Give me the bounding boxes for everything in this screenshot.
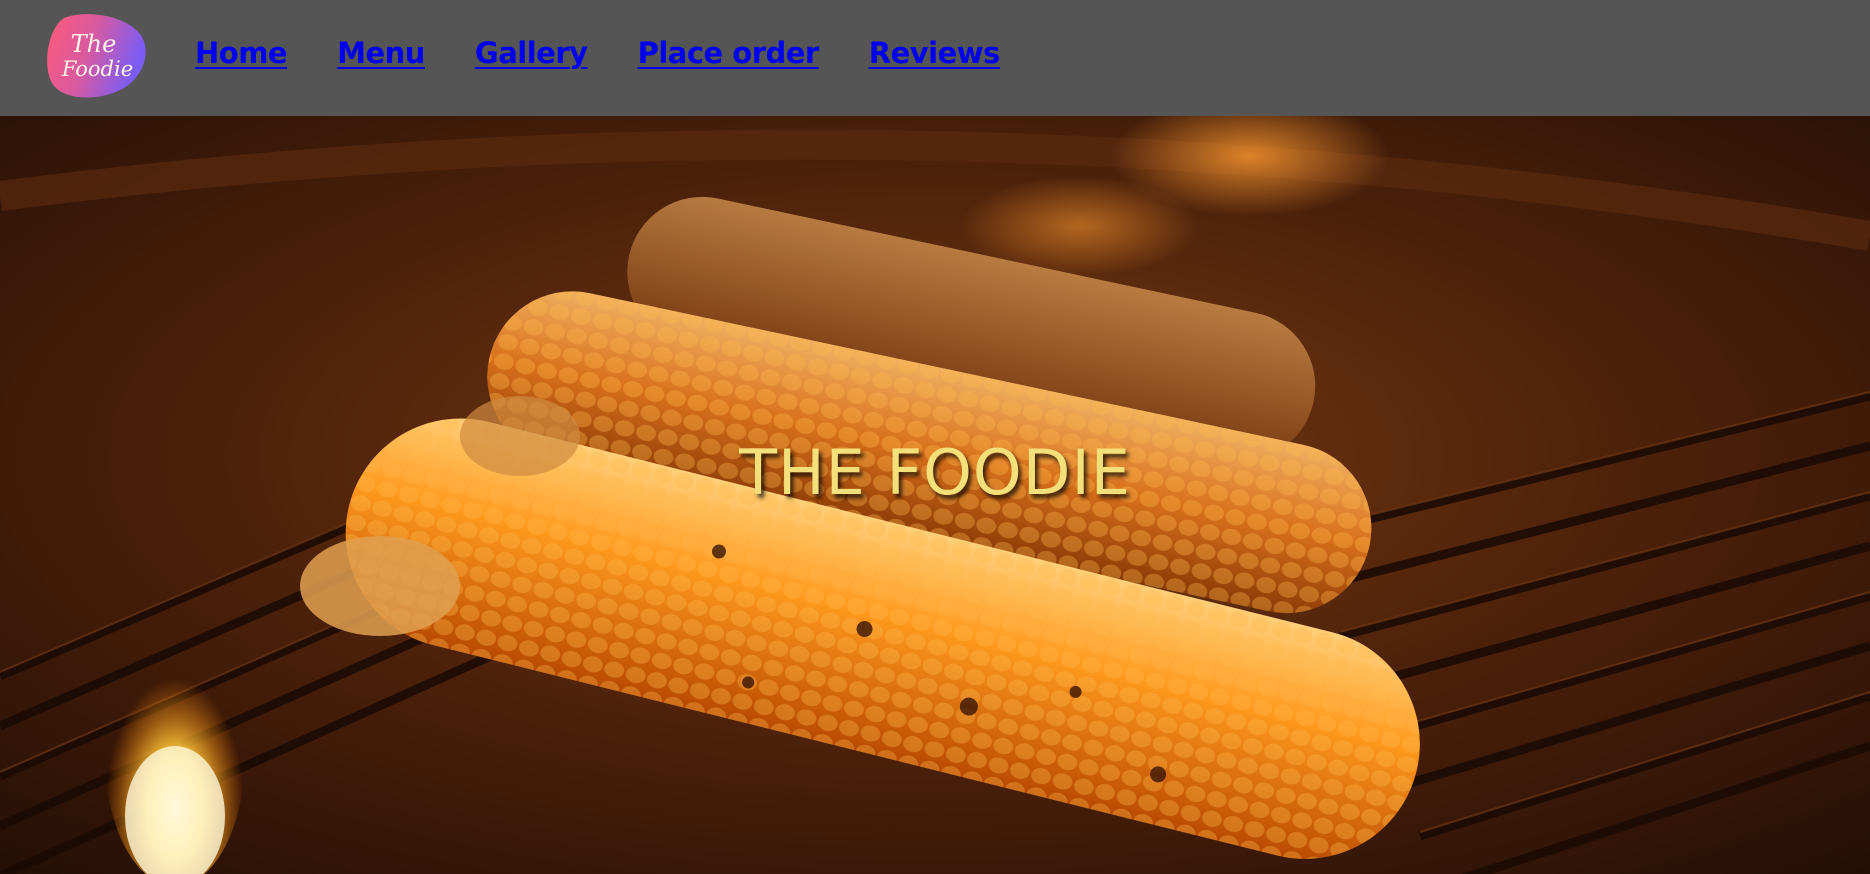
logo-line-1: The — [70, 30, 117, 59]
nav-link-place-order[interactable]: Place order — [638, 36, 820, 70]
hero-title: THE FOODIE — [739, 436, 1131, 509]
navbar: The Foodie Home Menu Gallery Place order… — [0, 0, 1870, 116]
logo-line-2: Foodie — [61, 56, 134, 81]
logo[interactable]: The Foodie — [44, 12, 147, 100]
nav-link-home[interactable]: Home — [195, 36, 288, 70]
nav-link-menu[interactable]: Menu — [337, 36, 425, 70]
nav-link-gallery[interactable]: Gallery — [475, 36, 588, 70]
logo-text: The Foodie — [44, 12, 147, 100]
hero-section: THE FOODIE — [0, 116, 1870, 874]
nav-link-reviews[interactable]: Reviews — [869, 36, 1001, 70]
nav-links: Home Menu Gallery Place order Reviews — [195, 36, 1050, 70]
